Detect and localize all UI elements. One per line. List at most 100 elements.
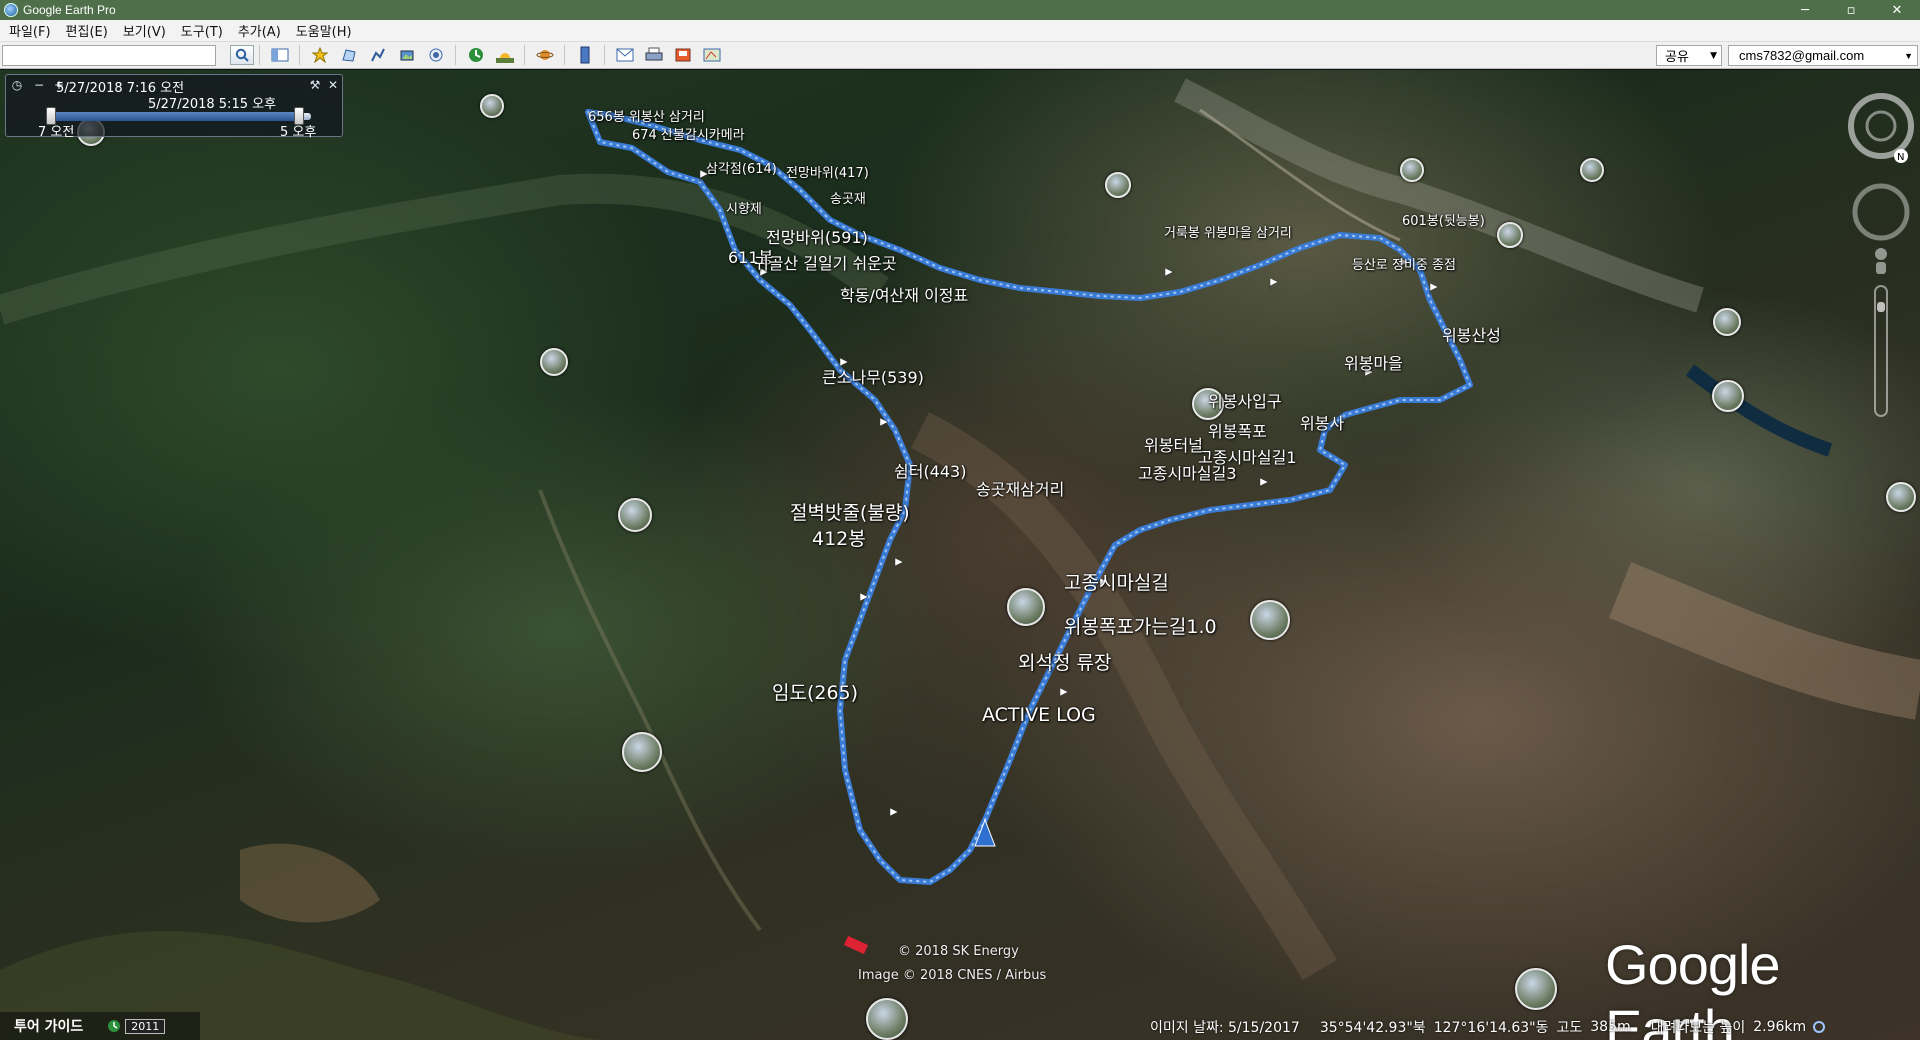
search-input[interactable]	[2, 44, 216, 66]
sidebar-toggle-icon[interactable]	[268, 45, 291, 65]
search-icon	[235, 48, 249, 62]
street-view-pegman[interactable]	[1875, 248, 1887, 274]
menu-edit[interactable]: 편집(E)	[57, 21, 114, 40]
search-button[interactable]	[230, 45, 254, 65]
tour-guide-label[interactable]: 투어 가이드	[14, 1016, 83, 1036]
toolbar-divider	[259, 45, 260, 65]
map-label[interactable]: 고종시마실길	[1064, 568, 1169, 595]
zoom-out-time-icon[interactable]: −	[32, 78, 46, 92]
map-label[interactable]: 학동/여산재 이정표	[840, 282, 968, 306]
copyright-credit: © 2018 SK Energy	[898, 944, 1019, 959]
map-label[interactable]: 시향제	[726, 198, 762, 217]
photo-marker[interactable]	[1713, 308, 1741, 336]
map-label[interactable]: 전망바위(591)	[766, 224, 868, 248]
add-polygon-icon[interactable]	[337, 45, 360, 65]
map-label[interactable]: 위봉산성	[1442, 322, 1501, 346]
email-icon[interactable]	[613, 45, 636, 65]
photo-marker[interactable]	[480, 94, 504, 118]
share-dropdown[interactable]: 공유 ▼	[1656, 45, 1722, 66]
clock-icon[interactable]: ◷	[10, 78, 24, 92]
photo-marker[interactable]	[618, 498, 652, 532]
minimize-button[interactable]: ─	[1782, 0, 1828, 20]
map-label[interactable]: 위봉사입구	[1208, 388, 1282, 412]
map-label[interactable]: 위봉폭포가는길1.0	[1064, 612, 1217, 639]
photo-marker[interactable]	[1105, 172, 1131, 198]
map-label[interactable]: 외석정 류장	[1018, 648, 1111, 675]
chevron-down-icon: ▼	[1904, 50, 1913, 61]
photo-marker[interactable]	[540, 348, 568, 376]
close-icon[interactable]: ✕	[326, 78, 340, 92]
map-label[interactable]: 등산로 정비중 종점	[1352, 254, 1456, 273]
menu-help[interactable]: 도움말(H)	[287, 21, 358, 40]
photo-marker[interactable]	[1515, 968, 1557, 1010]
wrench-icon[interactable]: ⚒	[308, 78, 322, 92]
eye-altitude-readout: 2.96km	[1753, 1019, 1807, 1035]
tour-guide-bar[interactable]: 투어 가이드 2011	[0, 1012, 200, 1040]
historical-imagery-icon[interactable]	[464, 45, 487, 65]
longitude-readout: 127°16'14.63"동	[1433, 1020, 1549, 1036]
photo-marker[interactable]	[1712, 380, 1744, 412]
photo-marker[interactable]	[1007, 588, 1045, 626]
photo-marker[interactable]	[1497, 222, 1523, 248]
map-label[interactable]: ACTIVE LOG	[982, 704, 1096, 726]
photo-marker[interactable]	[1580, 158, 1604, 182]
window-title: Google Earth Pro	[23, 3, 116, 17]
photo-marker[interactable]	[866, 998, 908, 1040]
photo-marker[interactable]	[1250, 600, 1290, 640]
record-tour-icon[interactable]	[424, 45, 447, 65]
menu-file[interactable]: 파일(F)	[0, 21, 57, 40]
imagery-year-badge[interactable]: 2011	[107, 1018, 166, 1034]
save-image-icon[interactable]	[671, 45, 694, 65]
title-bar: Google Earth Pro ─ ▫ ✕	[0, 0, 1920, 20]
photo-marker[interactable]	[1400, 158, 1424, 182]
north-indicator[interactable]: N	[1894, 149, 1908, 163]
menu-bar: 파일(F) 편집(E) 보기(V) 도구(T) 추가(A) 도움말(H)	[0, 20, 1920, 42]
map-label[interactable]: 412봉	[812, 524, 866, 551]
menu-view[interactable]: 보기(V)	[114, 21, 172, 40]
zoom-slider[interactable]	[1874, 285, 1888, 417]
photo-marker[interactable]	[622, 732, 662, 772]
add-image-overlay-icon[interactable]	[395, 45, 418, 65]
account-dropdown[interactable]: cms7832@gmail.com ▼	[1728, 45, 1918, 66]
elevation-readout: 385m	[1590, 1019, 1631, 1035]
sunlight-icon[interactable]	[493, 45, 516, 65]
map-label[interactable]: 위봉터널	[1144, 432, 1203, 456]
imagery-credit: Image © 2018 CNES / Airbus	[858, 968, 1047, 983]
map-label[interactable]: 송곳재	[830, 188, 866, 207]
google-earth-window: Google Earth Pro ─ ▫ ✕ 파일(F) 편집(E) 보기(V)…	[0, 0, 1920, 1040]
maximize-button[interactable]: ▫	[1828, 0, 1874, 20]
map-label[interactable]: 거룩봉 위봉마을 삼거리	[1164, 222, 1292, 241]
ruler-icon[interactable]	[573, 45, 596, 65]
map-label[interactable]: 위봉사	[1300, 410, 1344, 434]
toolbar-divider	[524, 45, 525, 65]
time-slider[interactable]: ◷ − + 5/27/2018 7:16 오전 5/27/2018 5:15 오…	[5, 74, 343, 140]
view-in-maps-icon[interactable]	[700, 45, 723, 65]
map-label[interactable]: 위봉폭포	[1208, 418, 1267, 442]
map-label[interactable]: 송곳재삼거리	[976, 476, 1064, 500]
map-label[interactable]: 쉼터(443)	[894, 458, 966, 482]
menu-tools[interactable]: 도구(T)	[172, 21, 229, 40]
streaming-status-icon	[1813, 1021, 1826, 1033]
look-joystick[interactable]	[1848, 93, 1914, 159]
close-button[interactable]: ✕	[1874, 0, 1920, 20]
photo-marker[interactable]	[1886, 482, 1916, 512]
map-label[interactable]: 삼각점(614)	[706, 158, 777, 177]
menu-add[interactable]: 추가(A)	[229, 21, 287, 40]
google-earth-icon	[4, 3, 18, 17]
map-view[interactable]: 656봉 위봉산 삼거리 674 산불감시카메라 삼각점(614) 전망바위(4…	[0, 70, 1920, 1040]
map-label[interactable]: 고종시마실길1	[1198, 444, 1297, 468]
add-placemark-icon[interactable]	[308, 45, 331, 65]
map-label[interactable]: 귀골산 길일기 쉬운곳	[754, 250, 897, 274]
map-label[interactable]: 위봉마을	[1344, 350, 1403, 374]
print-icon[interactable]	[642, 45, 665, 65]
map-label[interactable]: 601봉(뒷능봉)	[1402, 210, 1485, 229]
map-label[interactable]: 전망바위(417)	[786, 162, 869, 181]
map-label[interactable]: 656봉 위봉산 삼거리	[588, 106, 705, 125]
add-path-icon[interactable]	[366, 45, 389, 65]
map-label[interactable]: 절벽밧줄(불량)	[790, 498, 910, 525]
map-label[interactable]: 큰소나무(539)	[822, 364, 924, 388]
move-joystick[interactable]	[1852, 183, 1910, 241]
map-label[interactable]: 임도(265)	[772, 678, 858, 705]
map-label[interactable]: 674 산불감시카메라	[632, 124, 745, 143]
planets-icon[interactable]	[533, 45, 556, 65]
